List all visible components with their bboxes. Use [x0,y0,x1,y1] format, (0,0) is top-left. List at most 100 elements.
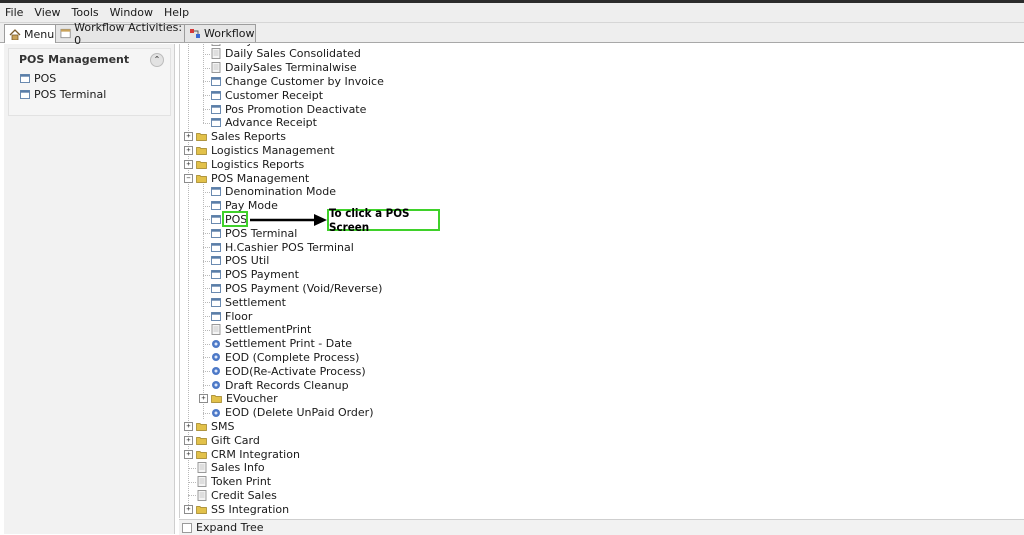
document-icon [211,44,221,46]
tree-item-settlement[interactable]: Settlement [211,295,286,309]
tree-guide-line [203,205,210,207]
tree-item-settlement-print-date[interactable]: Settlement Print - Date [211,337,352,351]
tree-item-eod-complete-process[interactable]: EOD (Complete Process) [211,350,359,364]
tree-item-eod-delete-unpaid-order[interactable]: EOD (Delete UnPaid Order) [211,406,374,420]
sidebar-item-pos-terminal[interactable]: POS Terminal [9,86,170,102]
tree-guide-line [203,343,210,345]
tab-menu[interactable]: Menu [4,24,56,43]
process-icon [212,339,220,348]
tree-item-settlementprint[interactable]: SettlementPrint [211,323,311,337]
collapse-toggle-icon[interactable]: − [184,173,193,183]
tree-item-label: Credit Sales [211,488,277,502]
tree-item-h-cashier-pos-terminal[interactable]: H.Cashier POS Terminal [211,240,354,254]
tree-item-label: Pos Promotion Deactivate [225,102,367,116]
tree-item-pos-management[interactable]: − POS Management [184,171,309,185]
expand-tree-checkbox[interactable] [182,522,192,533]
tree-item-label: Settlement Print - Date [225,337,353,351]
tree-guide-line [203,233,210,235]
tree-item-ss-integration[interactable]: + SS Integration [184,502,289,516]
folder-icon [196,423,207,431]
window-icon [211,104,221,114]
expand-toggle-icon[interactable]: + [199,394,208,404]
workflow-icon [190,29,200,38]
tree-guide-line [188,495,196,497]
window-icon [211,270,221,280]
tree-item-credit-sales[interactable]: Credit Sales [197,488,277,502]
tree-item-gift-card[interactable]: + Gift Card [184,433,260,447]
folder-icon [196,436,207,445]
tree-item-logistics-reports[interactable]: + Logistics Reports [184,157,304,171]
tree-item-logistics-management[interactable]: + Logistics Management [184,143,335,157]
window-icon [211,201,221,211]
window-icon [211,76,221,86]
process-icon [212,408,220,417]
tree-item-pos-util[interactable]: POS Util [211,254,269,268]
tree-item-pos-promotion-deactivate[interactable]: Pos Promotion Deactivate [211,102,366,116]
document-icon [197,489,207,501]
expand-toggle-icon[interactable]: + [184,435,193,445]
tree-item-floor[interactable]: Floor [211,309,252,323]
sidebar-item-pos[interactable]: POS [9,70,170,86]
tree-item-draft-records-cleanup[interactable]: Draft Records Cleanup [211,378,349,392]
folder-icon [196,505,207,514]
tree-item-token-print[interactable]: Token Print [197,475,271,489]
tree-item-change-customer-by-invoice[interactable]: Change Customer by Invoice [211,74,384,88]
tree-item-label: CRM Integration [211,447,300,461]
tree-guide-line [203,302,210,304]
menu-help[interactable]: Help [159,6,195,19]
tree-item-label: Settlement [225,295,286,309]
tree-guide-line [203,219,210,221]
document-icon [197,476,207,488]
tab-workflow[interactable]: Workflow [184,24,256,42]
expand-toggle-icon[interactable]: + [184,145,193,155]
tree-item-pos-payment[interactable]: POS Payment [211,268,299,282]
menu-view[interactable]: View [29,6,66,19]
menu-window[interactable]: Window [105,6,159,19]
tree-item-sales-reports[interactable]: + Sales Reports [184,130,286,144]
tree-item-label: SMS [211,419,235,433]
tree-item-label: POS Management [211,171,310,185]
tree-item-eod-re-activate-process[interactable]: EOD(Re-Activate Process) [211,364,366,378]
tree-item-label: POS Payment [225,268,299,282]
expand-toggle-icon[interactable]: + [184,132,193,142]
menu-file[interactable]: File [0,6,29,19]
tree-item-label: Logistics Management [211,143,335,157]
expand-toggle-icon[interactable]: + [184,421,193,431]
tree-item-customer-receipt[interactable]: Customer Receipt [211,88,323,102]
folder-open-icon [196,174,207,183]
menu-tools[interactable]: Tools [67,6,105,19]
tab-workflow-activities[interactable]: Workflow Activities: 0 [55,21,185,47]
folder-icon [196,450,207,459]
process-icon [212,353,220,362]
tab-bar: Menu Workflow Activities: 0 Workflow [0,21,1024,47]
tree-guide-line [203,357,210,359]
expand-toggle-icon[interactable]: + [184,449,193,459]
tree-item-dailysales-terminalwise[interactable]: DailySales Terminalwise [211,61,357,75]
tree-item-sales-info[interactable]: Sales Info [197,461,265,475]
home-icon [9,28,21,40]
tree-guide-line [203,288,210,290]
window-icon [211,297,221,307]
tree-item-crm-integration[interactable]: + CRM Integration [184,447,300,461]
tree-item-label: Customer Receipt [225,88,324,102]
tree-item-sms[interactable]: + SMS [184,419,234,433]
tree-item-evoucher[interactable]: + EVoucher [199,392,278,406]
pos-management-panel: POS Management ⌃ POS POS Terminal [8,48,171,116]
tree-item-pos-payment-void-reverse[interactable]: POS Payment (Void/Reverse) [211,281,382,295]
tree-item-label: Denomination Mode [225,185,336,199]
tree-item-advance-receipt[interactable]: Advance Receipt [211,116,317,130]
collapse-icon[interactable]: ⌃ [150,52,164,67]
tree-item-label: Floor [225,309,253,323]
expand-toggle-icon[interactable]: + [184,159,193,169]
process-icon [212,367,220,376]
document-icon [211,48,221,60]
tree-item-daily-sales-consolidated[interactable]: Daily Sales Consolidated [211,47,361,61]
tree-item-denomination-mode[interactable]: Denomination Mode [211,185,336,199]
tree-guide-line [188,467,196,469]
window-icon [211,214,221,224]
expand-toggle-icon[interactable]: + [184,504,193,514]
tree-guide-line [203,109,210,110]
tree-item-label: Sales Info [211,461,265,475]
tree-guide-line [203,412,210,414]
tree-item-label: EOD (Complete Process) [225,350,360,364]
